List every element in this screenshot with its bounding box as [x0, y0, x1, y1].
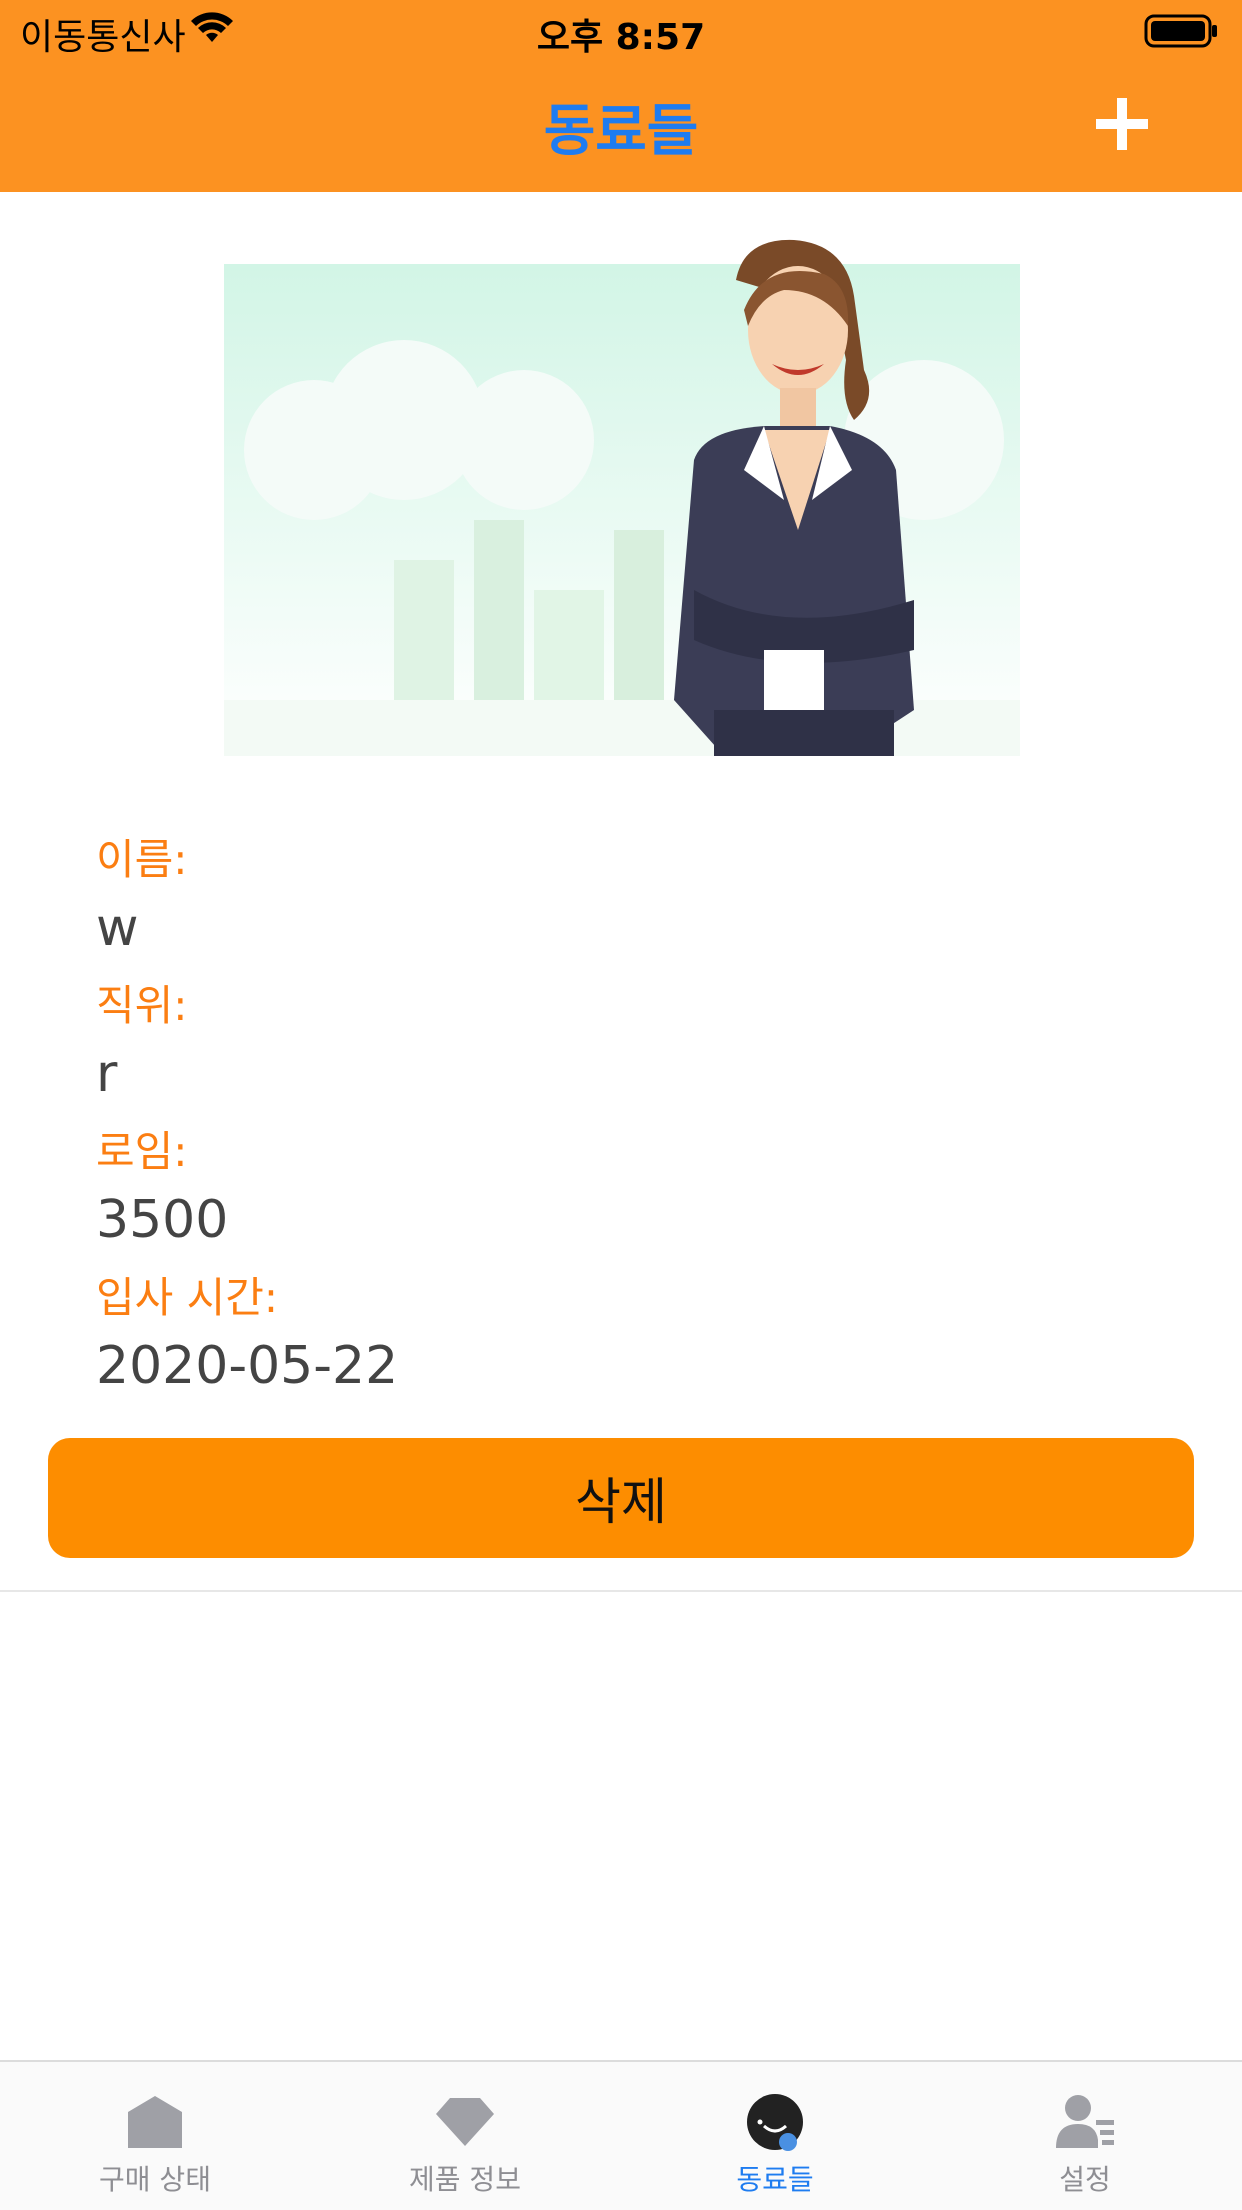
tab-purchase-status[interactable]: 구매 상태: [0, 2062, 310, 2210]
diamond-icon: [436, 2098, 494, 2146]
position-value: r: [96, 1044, 118, 1104]
page-title: 동료들: [543, 99, 699, 164]
tab-colleagues[interactable]: 동료들: [620, 2062, 930, 2210]
plus-icon: [1096, 98, 1148, 150]
smile-icon: [747, 2094, 803, 2151]
divider: [0, 1590, 1242, 1592]
position-label: 직위:: [96, 981, 188, 1030]
battery-icon: [1144, 14, 1217, 48]
tab-label: 동료들: [736, 2163, 814, 2196]
name-value: w: [96, 898, 139, 958]
salary-value: 3500: [96, 1190, 229, 1250]
top-bar: 이동통신사 오후 8:57 동료들: [0, 0, 1242, 192]
tab-settings[interactable]: 설정: [930, 2062, 1240, 2210]
name-label: 이름:: [96, 835, 188, 884]
tab-label: 설정: [1059, 2163, 1111, 2196]
tab-label: 구매 상태: [99, 2163, 211, 2196]
tab-label: 제품 정보: [409, 2163, 521, 2196]
add-button[interactable]: [1092, 94, 1152, 154]
colleague-photo: [224, 239, 1020, 756]
status-time: 오후 8:57: [536, 17, 706, 58]
join-date-value: 2020-05-22: [96, 1336, 399, 1396]
tab-product-info[interactable]: 제품 정보: [310, 2062, 620, 2210]
tab-bar: 구매 상태 제품 정보 동료들 설정: [0, 2060, 1242, 2210]
delete-button[interactable]: 삭제: [48, 1438, 1194, 1558]
join-date-label: 입사 시간:: [96, 1273, 279, 1322]
salary-label: 로임:: [96, 1127, 188, 1176]
user-settings-icon: [1056, 2095, 1114, 2148]
home-icon: [128, 2096, 182, 2148]
